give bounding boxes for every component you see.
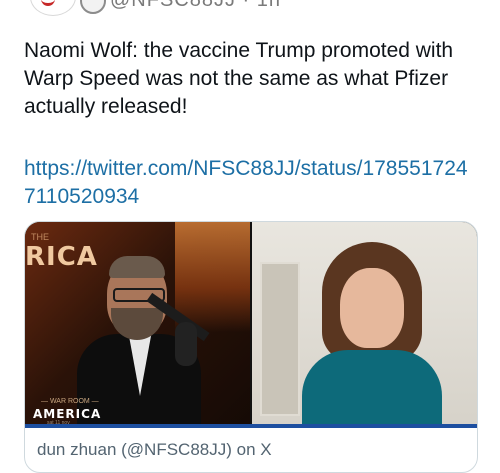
video-thumbnail[interactable]: THE RICA — WAR ROOM — AMERICA sat 11 nov <box>25 222 477 428</box>
guest-face <box>340 268 404 348</box>
show-logo-top: — WAR ROOM — <box>41 398 99 405</box>
card-caption[interactable]: dun zhuan (@NFSC88JJ) on X <box>37 440 272 460</box>
show-logo: AMERICA <box>33 407 102 421</box>
left-video-feed: THE RICA — WAR ROOM — AMERICA sat 11 nov <box>25 222 250 428</box>
right-video-feed <box>252 222 477 428</box>
guest-body <box>302 350 442 428</box>
tweet-link[interactable]: https://twitter.com/NFSC88JJ/status/1785… <box>24 155 479 211</box>
background-sign: RICA <box>25 242 98 272</box>
avatar[interactable] <box>30 0 76 16</box>
microphone-icon <box>175 322 197 366</box>
host-hair <box>109 256 165 278</box>
media-card[interactable]: THE RICA — WAR ROOM — AMERICA sat 11 nov… <box>24 221 478 473</box>
author-handle[interactable]: @NFSC88JJ · 1h <box>110 0 281 12</box>
logo-mark <box>41 0 55 6</box>
video-bottom-bar <box>25 424 477 428</box>
background-door <box>260 262 300 416</box>
studio-light <box>175 222 250 332</box>
tweet-text: Naomi Wolf: the vaccine Trump promoted w… <box>24 39 454 118</box>
background-sign-small: THE <box>31 232 49 242</box>
verified-seal-icon <box>80 0 106 14</box>
tweet-header: @NFSC88JJ · 1h <box>24 0 500 16</box>
